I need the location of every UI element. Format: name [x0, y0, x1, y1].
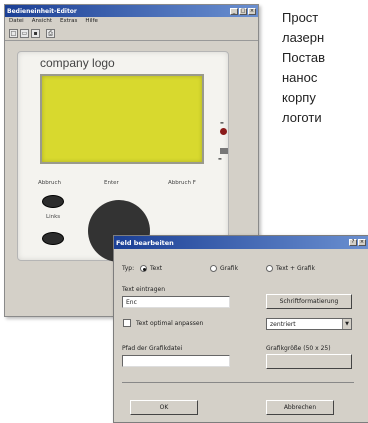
graphic-path-label: Pfad der Grafikdatei — [122, 345, 183, 352]
radio-type-text-label: Text — [150, 265, 163, 272]
side-symbol-icon — [220, 148, 228, 154]
close-icon[interactable]: × — [248, 7, 256, 15]
operator-unit-preview: company logo ▬ ▬ Abbruch Enter Abbruch F… — [17, 51, 229, 262]
key-label-abort: Abbruch — [38, 180, 62, 186]
save-icon[interactable]: ▪ — [31, 29, 40, 38]
maximize-icon[interactable]: □ — [239, 7, 247, 15]
description-line: нанос — [282, 70, 318, 85]
key-label-abort-f: Abbruch F — [168, 180, 196, 186]
cancel-button[interactable]: Abbrechen — [266, 400, 334, 415]
menu-extras[interactable]: Extras — [60, 18, 77, 26]
radio-type-text[interactable] — [140, 265, 147, 272]
side-symbol-label: ▬ — [218, 156, 222, 161]
minimize-icon[interactable]: _ — [230, 7, 238, 15]
status-led-label: ▬ — [220, 120, 224, 125]
company-logo-text[interactable]: company logo — [40, 56, 115, 70]
lcd-display[interactable] — [40, 74, 204, 164]
editor-toolbar: □ ▭ ▪ ⎙ — [5, 27, 258, 41]
print-icon[interactable]: ⎙ — [46, 29, 55, 38]
field-edit-dialog: Feld bearbeiten ? × Typ: Text Grafik Tex… — [113, 235, 368, 423]
device-key-left-top[interactable] — [42, 195, 64, 208]
editor-menubar: Datei Ansicht Extras Hilfe — [5, 17, 258, 27]
ok-button[interactable]: OK — [130, 400, 198, 415]
editor-titlebar: Bedieneinheit-Editor _ □ × — [5, 5, 258, 17]
description-text: Прост лазерн Постав нанос корпу логоти — [282, 8, 368, 128]
dialog-window-controls: ? × — [349, 239, 366, 246]
device-key-left-bottom[interactable] — [42, 232, 64, 245]
dialog-title: Feld bearbeiten — [116, 238, 174, 247]
menu-view[interactable]: Ansicht — [32, 18, 52, 26]
chevron-down-icon[interactable]: ▼ — [342, 319, 351, 329]
status-led-icon — [220, 128, 227, 135]
menu-file[interactable]: Datei — [9, 18, 24, 26]
description-line: корпу — [282, 90, 316, 105]
font-format-button[interactable]: Schriftformatierung — [266, 294, 352, 309]
description-line: логоти — [282, 110, 322, 125]
dialog-titlebar: Feld bearbeiten ? × — [114, 236, 368, 249]
screenshot-stage: Bedieneinheit-Editor _ □ × Datei Ansicht… — [0, 0, 368, 423]
open-file-icon[interactable]: ▭ — [20, 29, 29, 38]
new-file-icon[interactable]: □ — [9, 29, 18, 38]
description-line: лазерн — [282, 30, 325, 45]
fit-text-checkbox[interactable] — [123, 319, 131, 327]
text-entry-label: Text eintragen — [122, 286, 166, 293]
radio-type-graphic-label: Grafik — [220, 265, 239, 272]
graphic-size-note: Grafikgröße (50 x 25) — [266, 345, 331, 352]
key-label-enter: Enter — [104, 180, 119, 186]
alignment-select[interactable]: zentriert ▼ — [266, 318, 352, 330]
key-legend-links: Links — [46, 214, 61, 220]
editor-window-controls: _ □ × — [230, 7, 256, 15]
browse-button[interactable] — [266, 354, 352, 369]
radio-type-graphic[interactable] — [210, 265, 217, 272]
dialog-divider — [122, 382, 354, 383]
description-line: Прост — [282, 10, 319, 25]
dialog-close-icon[interactable]: × — [358, 239, 366, 246]
radio-type-text-graphic[interactable] — [266, 265, 273, 272]
editor-title: Bedieneinheit-Editor — [7, 7, 77, 15]
text-entry-field[interactable]: Enc — [122, 296, 230, 308]
fit-text-label: Text optimal anpassen — [136, 320, 204, 327]
description-line: Постав — [282, 50, 326, 65]
radio-type-text-graphic-label: Text + Grafik — [276, 265, 316, 272]
menu-help[interactable]: Hilfe — [85, 18, 98, 26]
type-label: Typ: — [122, 265, 135, 272]
graphic-path-field[interactable] — [122, 355, 230, 367]
dialog-help-icon[interactable]: ? — [349, 239, 357, 246]
alignment-select-value: zentriert — [270, 321, 296, 328]
